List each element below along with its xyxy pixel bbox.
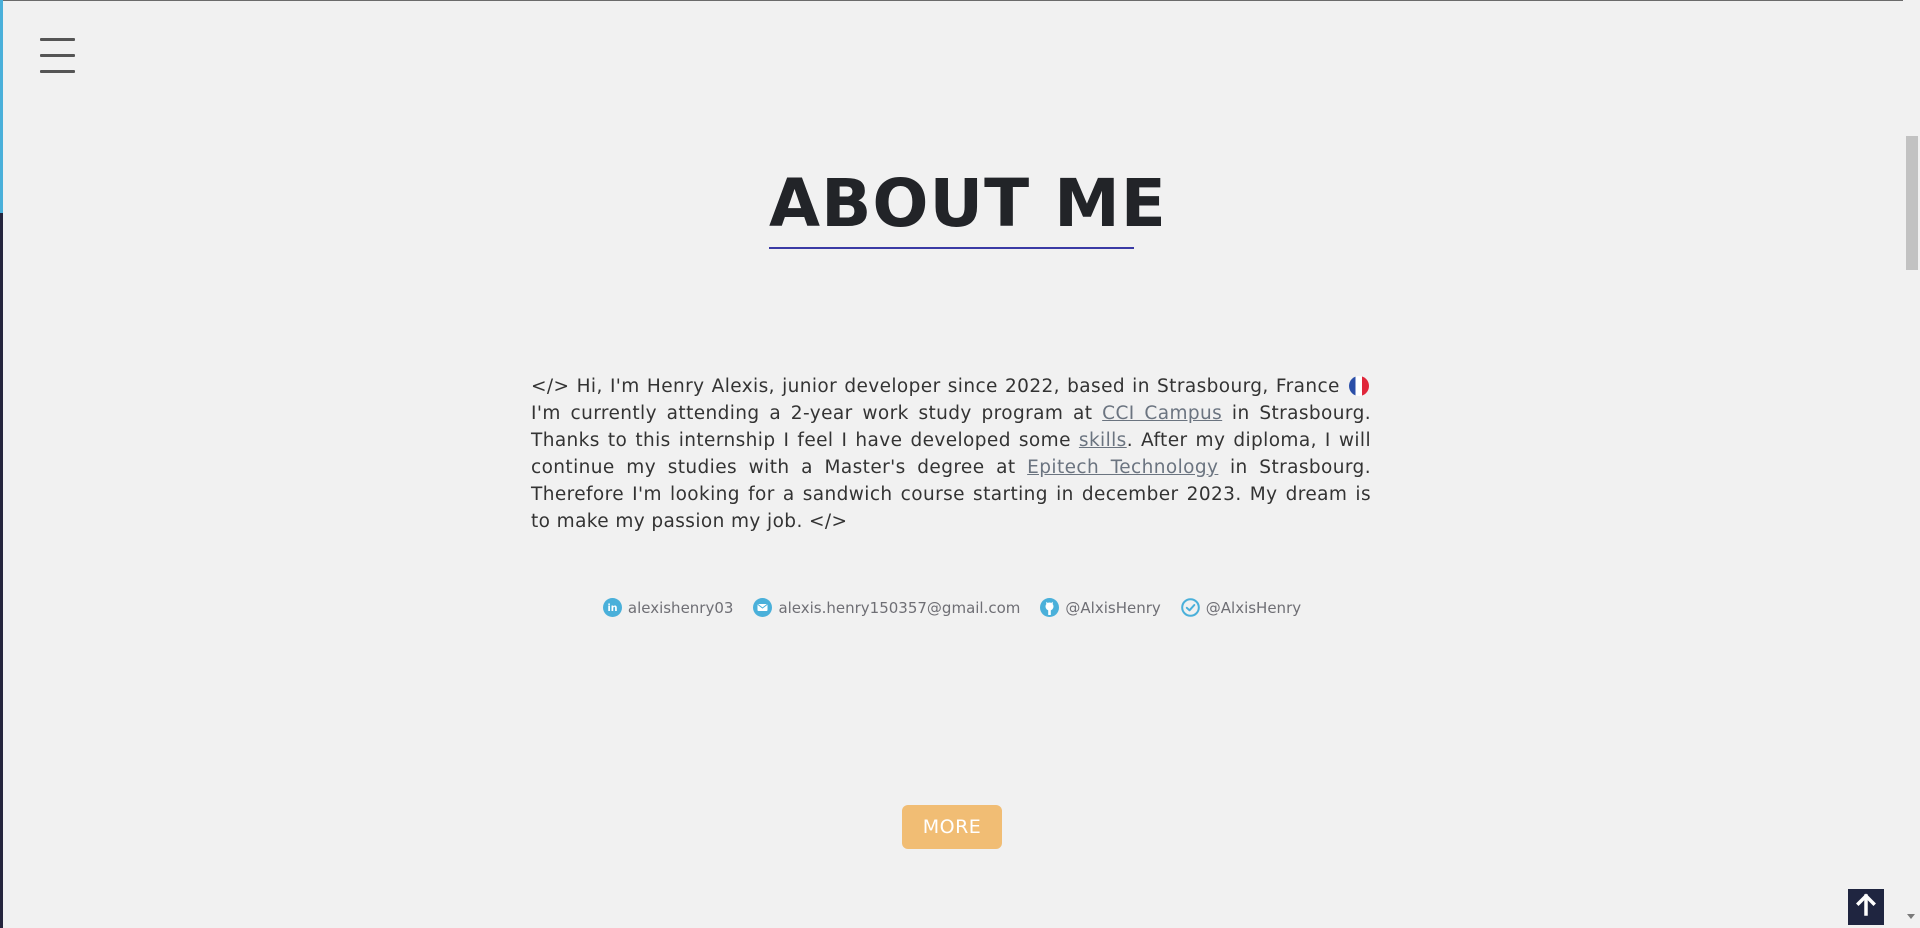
bio-text-2: I'm currently attending a 2-year work st… xyxy=(531,403,1103,424)
github-link[interactable]: @AlxisHenry xyxy=(1040,598,1161,617)
email-link[interactable]: alexis.henry150357@gmail.com xyxy=(753,598,1020,617)
check-circle-icon xyxy=(1180,598,1200,617)
scroll-progress-bar xyxy=(0,0,3,928)
bio-text-1: </> Hi, I'm Henry Alexis, junior develop… xyxy=(531,376,1340,397)
arrow-up-icon xyxy=(1854,893,1878,921)
svg-text:in: in xyxy=(607,603,617,614)
verified-label: @AlxisHenry xyxy=(1205,598,1302,617)
page: ABOUT ME </> Hi, I'm Henry Alexis, junio… xyxy=(0,0,1920,928)
linkedin-link[interactable]: in alexishenry03 xyxy=(602,598,734,617)
scroll-down-arrow-icon[interactable] xyxy=(1907,914,1915,919)
hamburger-line xyxy=(40,38,75,41)
verified-link[interactable]: @AlxisHenry xyxy=(1180,598,1302,617)
more-button[interactable]: MORE xyxy=(902,805,1002,849)
github-label: @AlxisHenry xyxy=(1065,598,1161,617)
linkedin-icon: in xyxy=(602,598,622,617)
epitech-link[interactable]: Epitech Technology xyxy=(1027,457,1218,478)
scrollbar[interactable] xyxy=(1903,0,1920,928)
hamburger-line xyxy=(40,54,75,57)
cci-campus-link[interactable]: CCI Campus xyxy=(1102,403,1222,424)
mail-icon xyxy=(753,598,773,617)
scroll-to-top-button[interactable] xyxy=(1848,889,1884,925)
top-border xyxy=(0,0,1920,1)
scroll-progress-fill xyxy=(0,0,3,214)
scrollbar-thumb[interactable] xyxy=(1906,136,1918,270)
skills-link[interactable]: skills xyxy=(1079,430,1127,451)
about-bio: </> Hi, I'm Henry Alexis, junior develop… xyxy=(531,373,1371,535)
page-title: ABOUT ME xyxy=(769,165,1167,242)
france-flag-icon xyxy=(1349,376,1369,396)
linkedin-label: alexishenry03 xyxy=(627,598,734,617)
hamburger-line xyxy=(40,70,75,73)
title-underline xyxy=(769,247,1134,249)
social-links: in alexishenry03 alexis.henry150357@gmai… xyxy=(0,598,1904,617)
hamburger-menu-icon[interactable] xyxy=(40,38,75,74)
email-label: alexis.henry150357@gmail.com xyxy=(778,598,1021,617)
github-icon xyxy=(1040,598,1060,617)
